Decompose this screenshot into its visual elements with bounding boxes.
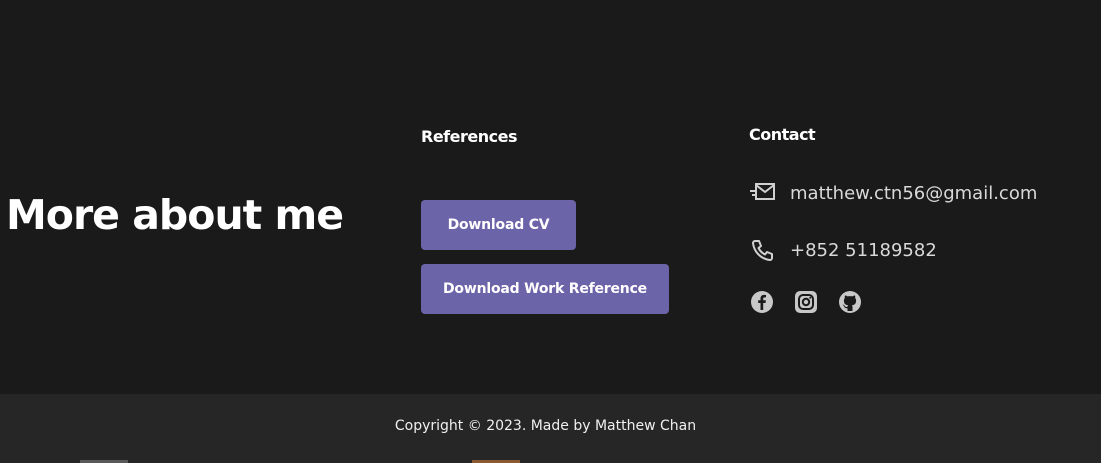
about-section: More about me References Download CV Dow… bbox=[0, 0, 1101, 394]
page: More about me References Download CV Dow… bbox=[0, 0, 1101, 463]
contact-heading: Contact bbox=[749, 125, 816, 144]
phone-icon bbox=[750, 238, 776, 262]
email-text[interactable]: matthew.ctn56@gmail.com bbox=[790, 183, 1037, 204]
github-icon[interactable] bbox=[838, 290, 862, 314]
footer: Copyright © 2023. Made by Matthew Chan bbox=[0, 394, 1101, 463]
references-heading: References bbox=[421, 127, 517, 146]
email-row[interactable]: matthew.ctn56@gmail.com bbox=[750, 179, 1037, 207]
phone-text[interactable]: +852 51189582 bbox=[790, 240, 937, 261]
download-cv-button[interactable]: Download CV bbox=[421, 200, 576, 250]
mail-icon bbox=[750, 181, 776, 205]
download-work-reference-button[interactable]: Download Work Reference bbox=[421, 264, 669, 314]
copyright-text: Copyright © 2023. Made by Matthew Chan bbox=[394, 418, 697, 434]
instagram-icon[interactable] bbox=[794, 290, 818, 314]
social-links bbox=[750, 290, 882, 314]
section-title: More about me bbox=[6, 191, 344, 239]
facebook-icon[interactable] bbox=[750, 290, 774, 314]
phone-row[interactable]: +852 51189582 bbox=[750, 236, 937, 264]
